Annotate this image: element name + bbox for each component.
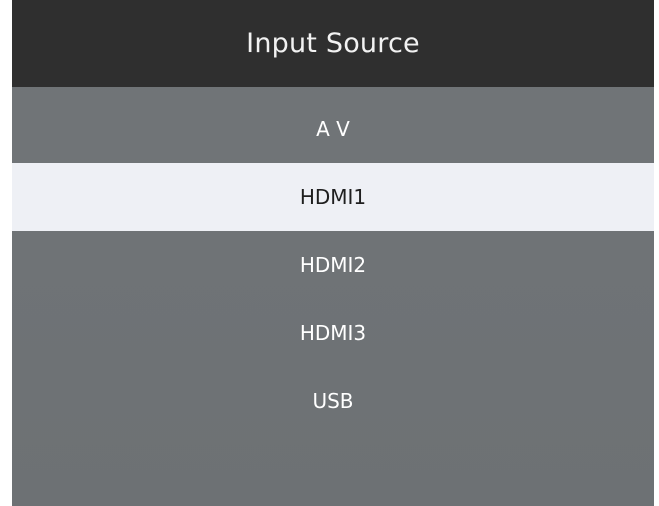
- page-title: Input Source: [246, 28, 420, 59]
- input-source-list: A V HDMI1 HDMI2 HDMI3 USB: [12, 95, 654, 435]
- panel-header: Input Source: [12, 0, 654, 87]
- input-item-label: A V: [316, 117, 350, 141]
- input-item-label: HDMI1: [299, 185, 367, 209]
- input-item-label: USB: [312, 389, 354, 413]
- input-source-panel: Input Source A V HDMI1 HDMI2 HDMI3 USB: [12, 0, 654, 506]
- input-item-usb[interactable]: USB: [12, 367, 654, 435]
- input-item-label: HDMI3: [299, 321, 367, 345]
- input-item-label: HDMI2: [299, 253, 367, 277]
- input-item-hdmi1[interactable]: HDMI1: [12, 163, 654, 231]
- input-item-av[interactable]: A V: [12, 95, 654, 163]
- input-item-hdmi3[interactable]: HDMI3: [12, 299, 654, 367]
- input-item-hdmi2[interactable]: HDMI2: [12, 231, 654, 299]
